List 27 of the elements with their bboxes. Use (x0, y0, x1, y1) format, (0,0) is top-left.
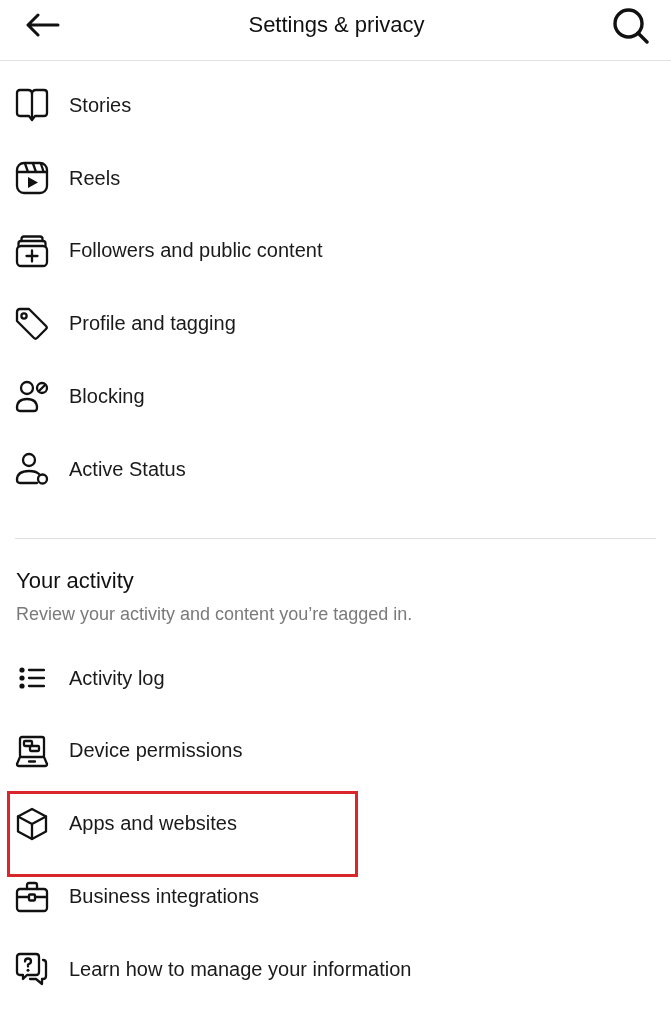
back-arrow-icon[interactable] (26, 13, 60, 37)
clapperboard-play-icon (15, 161, 49, 196)
book-icon (15, 88, 49, 123)
cube-icon (15, 806, 49, 841)
briefcase-icon (15, 879, 49, 914)
search-icon[interactable] (613, 8, 649, 44)
section-title: Your activity (16, 566, 135, 595)
stacked-cards-plus-icon (15, 234, 49, 268)
person-blocked-icon (15, 379, 49, 414)
list-icon (19, 667, 45, 690)
settings-item[interactable]: Reels (0, 141, 671, 215)
settings-item[interactable]: Stories (0, 69, 671, 142)
question-chat-icon (15, 952, 49, 987)
person-status-icon (15, 452, 49, 487)
settings-item[interactable]: Profile and tagging (0, 287, 671, 361)
settings-item[interactable]: Blocking (0, 360, 671, 433)
settings-item[interactable]: Device permissions (0, 714, 671, 788)
settings-item[interactable]: Activity log (0, 641, 671, 715)
settings-item[interactable]: Followers and public content (0, 214, 671, 288)
settings-item[interactable]: Apps and websites (0, 787, 671, 861)
settings-item[interactable]: Learn how to manage your information (0, 932, 671, 1006)
settings-item[interactable]: Business integrations (0, 860, 671, 933)
page-title: Settings & privacy (248, 12, 425, 38)
laptop-icon (15, 733, 49, 768)
tag-icon (15, 306, 49, 341)
section-description: Review your activity and content you’re tagged in. (16, 602, 414, 626)
settings-item[interactable]: Active Status (0, 433, 671, 506)
